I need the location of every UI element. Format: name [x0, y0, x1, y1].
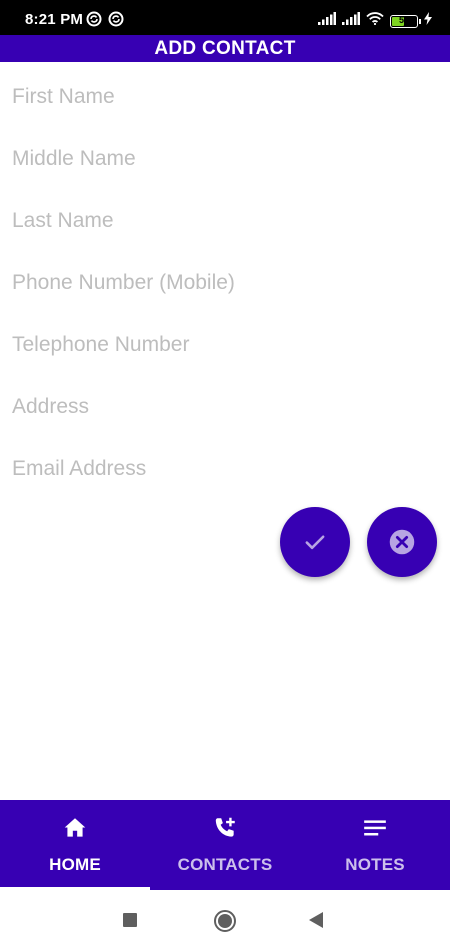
nav-label-contacts: CONTACTS [177, 855, 273, 874]
home-button[interactable] [213, 909, 237, 938]
system-status-icons: 51 [318, 12, 432, 30]
status-bar: 8:21 PM 51 [0, 0, 450, 35]
page-title: ADD CONTACT [154, 38, 296, 59]
home-icon [64, 818, 86, 837]
mobile-phone-field[interactable] [12, 263, 432, 303]
recents-button[interactable] [122, 912, 138, 933]
battery-level: 51 [398, 14, 409, 25]
signal-icon [318, 12, 336, 30]
notification-icons [86, 11, 124, 27]
app-bar: ADD CONTACT [0, 35, 450, 62]
notes-icon [364, 820, 386, 836]
signal-icon [342, 12, 360, 30]
battery-icon: 51 [390, 14, 421, 28]
battery-tip [419, 18, 421, 24]
status-time: 8:21 PM [25, 11, 84, 28]
nav-item-contacts[interactable]: CONTACTS [150, 800, 300, 890]
cancel-button[interactable] [367, 507, 437, 577]
sync-badge-icon [86, 11, 102, 27]
first-name-field[interactable] [12, 77, 432, 117]
check-icon [305, 535, 325, 550]
email-field[interactable] [12, 449, 432, 489]
charging-bolt-icon [424, 12, 432, 30]
nav-item-notes[interactable]: NOTES [300, 800, 450, 890]
nav-item-home[interactable]: HOME [0, 800, 150, 890]
recents-square-icon [123, 913, 137, 927]
middle-name-field[interactable] [12, 139, 432, 179]
save-contact-button[interactable] [280, 507, 350, 577]
wifi-icon [366, 12, 384, 30]
system-navigation-bar [0, 890, 450, 950]
address-field[interactable] [12, 387, 432, 427]
sync-badge-icon [108, 11, 124, 27]
add-call-icon [215, 817, 235, 837]
back-triangle-icon [309, 912, 323, 928]
bottom-navigation: HOME CONTACTS NOTES [0, 800, 450, 890]
nav-label-notes: NOTES [345, 855, 405, 874]
last-name-field[interactable] [12, 201, 432, 241]
nav-label-home: HOME [49, 855, 101, 874]
back-button[interactable] [307, 911, 325, 934]
home-circle-icon [214, 910, 236, 932]
cancel-circle-icon [389, 529, 415, 555]
telephone-field[interactable] [12, 325, 432, 365]
